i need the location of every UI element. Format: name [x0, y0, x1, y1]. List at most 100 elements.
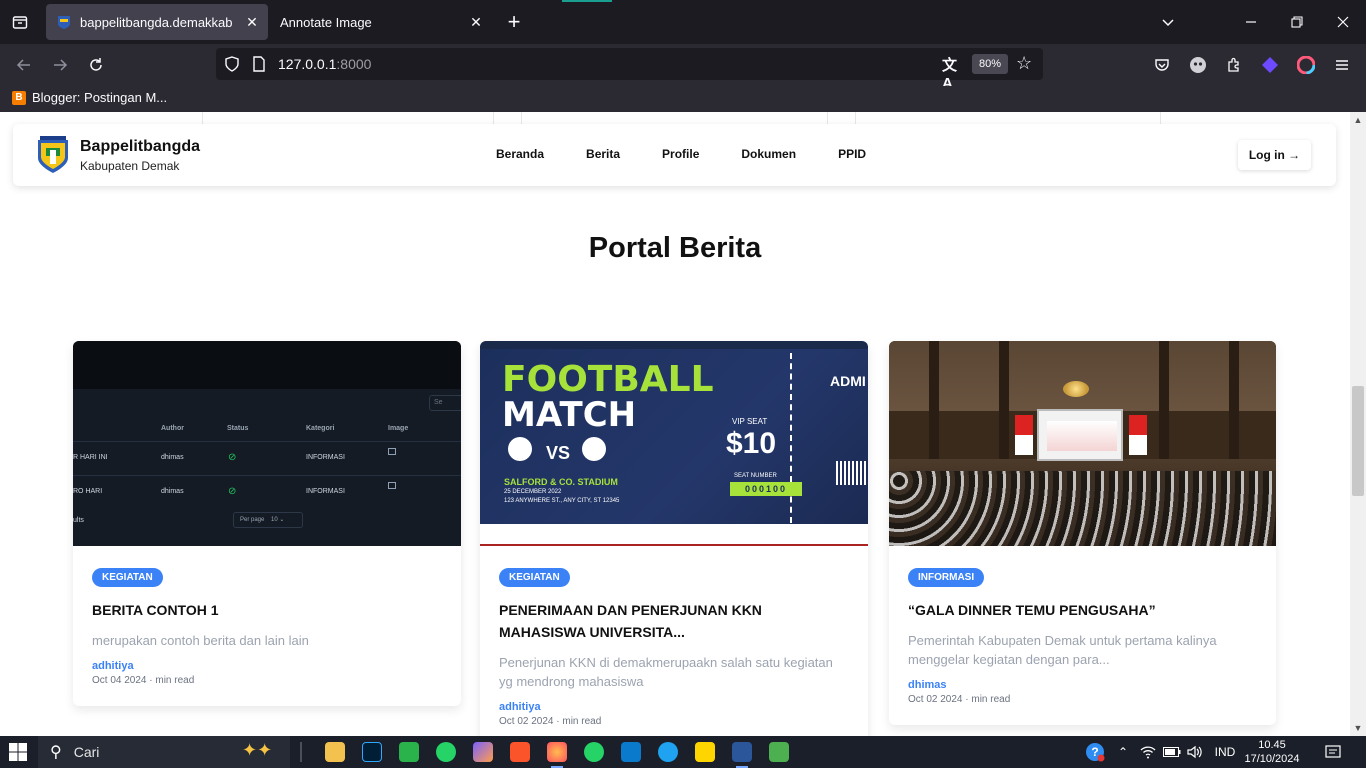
category-badge[interactable]: KEGIATAN [499, 568, 570, 587]
taskbar: ⚲ Cari ✦✦ ? ⌃ IND 10.45 17/10/2024 [0, 736, 1366, 768]
whatsapp-icon[interactable] [584, 742, 604, 762]
page-title: Portal Berita [588, 232, 762, 264]
photoshop-icon[interactable] [362, 742, 382, 762]
card-title[interactable]: “GALA DINNER TEMU PENGUSAHA” [908, 599, 1257, 621]
brand-name[interactable]: Bappelitbangda [80, 138, 200, 156]
card-meta: Oct 02 2024 · min read [908, 694, 1011, 705]
site-favicon-icon [58, 16, 70, 29]
sticky-notes-icon[interactable] [695, 742, 715, 762]
card-author[interactable]: adhitiya [499, 701, 849, 713]
nav-bar: 127.0.0.1:8000 文A 80% ☆ [0, 44, 1366, 92]
account-icon[interactable] [1188, 55, 1208, 75]
tab-title: bappelitbangda.demakkab [80, 14, 233, 30]
taskbar-search[interactable]: ⚲ Cari ✦✦ [38, 736, 290, 768]
category-badge[interactable]: KEGIATAN [92, 568, 163, 587]
chevron-up-icon[interactable]: ⌃ [1114, 736, 1132, 768]
translate-icon[interactable]: 文A [942, 54, 962, 92]
bookmarks-bar: B Blogger: Postingan M... [0, 86, 1366, 112]
scroll-up-icon[interactable]: ▲ [1350, 112, 1366, 128]
tab-list-icon[interactable] [8, 10, 32, 34]
card-author[interactable]: adhitiya [92, 660, 442, 672]
app-green-icon[interactable] [399, 742, 419, 762]
page-icon[interactable] [252, 56, 266, 72]
chevron-down-icon[interactable] [1154, 8, 1182, 36]
blogger-icon: B [12, 90, 26, 105]
news-card[interactable]: INFORMASI “GALA DINNER TEMU PENGUSAHA” P… [889, 341, 1276, 725]
copilot-icon[interactable] [473, 742, 493, 762]
url-bar[interactable]: 127.0.0.1:8000 文A 80% ☆ [216, 48, 1043, 92]
news-thumbnail[interactable] [889, 341, 1276, 546]
tab-bappelitbangda[interactable]: bappelitbangda.demakkab ✕ [46, 4, 268, 40]
reload-icon[interactable] [84, 53, 108, 77]
pocket-icon[interactable] [1152, 55, 1172, 75]
help-icon[interactable]: ? [1084, 736, 1106, 768]
restore-icon[interactable] [1283, 8, 1311, 36]
color-picker-icon[interactable] [1296, 55, 1316, 75]
card-excerpt: merupakan contoh berita dan lain lain [92, 633, 309, 648]
vscode-icon[interactable] [621, 742, 641, 762]
word-icon[interactable] [732, 742, 752, 768]
lambda-app-icon[interactable] [769, 742, 789, 762]
news-card[interactable]: Se Author Status Kategori Image R HARI I… [73, 341, 461, 706]
scroll-down-icon[interactable]: ▼ [1350, 720, 1366, 736]
bookmark-star-icon[interactable]: ☆ [1016, 53, 1032, 74]
tab-annotate-image[interactable]: Annotate Image ✕ [270, 4, 492, 40]
tab-indicator [562, 0, 612, 2]
news-thumbnail[interactable]: FOOTBALL MATCH VS SALFORD & CO. STADIUM … [480, 341, 868, 546]
tab-title: Annotate Image [280, 14, 372, 30]
card-title[interactable]: PENERIMAAN DAN PENERJUNAN KKN MAHASISWA … [499, 599, 849, 643]
wifi-icon[interactable] [1138, 736, 1158, 768]
close-tab-icon[interactable]: ✕ [240, 10, 264, 34]
minimize-icon[interactable] [1237, 8, 1265, 36]
copilot-sparkle-icon[interactable]: ✦✦ [242, 740, 272, 761]
url-text[interactable]: 127.0.0.1:8000 [278, 56, 371, 72]
main-menu: Beranda Berita Profile Dokumen PPID [496, 147, 908, 161]
brand-subtitle: Kabupaten Demak [80, 159, 180, 173]
demak-logo-icon [38, 136, 68, 173]
windows-start-icon[interactable] [8, 742, 28, 762]
news-card[interactable]: FOOTBALL MATCH VS SALFORD & CO. STADIUM … [480, 341, 868, 736]
proton-vpn-icon[interactable] [1260, 55, 1280, 75]
battery-icon[interactable] [1162, 736, 1182, 768]
menu-item-ppid[interactable]: PPID [838, 147, 866, 161]
page-scrollbar[interactable]: ▲ ▼ [1350, 112, 1366, 736]
taskbar-search-label: Cari [73, 744, 100, 760]
scrollbar-thumb[interactable] [1352, 386, 1364, 496]
card-excerpt: Penerjunan KKN di demakmerupaakn salah s… [499, 655, 833, 689]
menu-item-profile[interactable]: Profile [662, 147, 699, 161]
edge-icon[interactable] [658, 742, 678, 762]
menu-icon[interactable] [1332, 55, 1352, 75]
close-window-icon[interactable] [1329, 8, 1357, 36]
back-icon[interactable] [12, 53, 36, 77]
bookmark-blogger[interactable]: B Blogger: Postingan M... [12, 90, 167, 105]
extensions-icon[interactable] [1224, 55, 1244, 75]
tab-bar: bappelitbangda.demakkab ✕ Annotate Image… [0, 0, 1366, 44]
menu-item-berita[interactable]: Berita [586, 147, 620, 161]
line-icon[interactable] [436, 742, 456, 762]
firefox-icon[interactable] [547, 742, 567, 768]
login-button[interactable]: Log in → [1238, 140, 1311, 170]
notification-icon[interactable] [1322, 736, 1344, 768]
system-clock[interactable]: 10.45 17/10/2024 [1244, 738, 1300, 766]
menu-item-beranda[interactable]: Beranda [496, 147, 544, 161]
volume-icon[interactable] [1185, 736, 1205, 768]
card-meta: Oct 04 2024 · min read [92, 675, 195, 686]
close-tab-icon[interactable]: ✕ [464, 10, 488, 34]
zoom-level[interactable]: 80% [972, 54, 1008, 74]
menu-item-dokumen[interactable]: Dokumen [741, 147, 796, 161]
new-tab-icon[interactable]: + [502, 10, 526, 34]
news-thumbnail[interactable]: Se Author Status Kategori Image R HARI I… [73, 341, 461, 546]
forward-icon[interactable] [48, 53, 72, 77]
card-title[interactable]: BERITA CONTOH 1 [92, 599, 442, 621]
card-meta: Oct 02 2024 · min read [499, 716, 602, 727]
category-badge[interactable]: INFORMASI [908, 568, 985, 587]
language-indicator[interactable]: IND [1210, 736, 1240, 768]
svg-text:?: ? [1091, 745, 1098, 759]
card-author[interactable]: dhimas [908, 679, 1257, 691]
site-header: Bappelitbangda Kabupaten Demak Beranda B… [13, 124, 1336, 186]
brave-icon[interactable] [510, 742, 530, 762]
file-explorer-icon[interactable] [325, 742, 345, 762]
bookmark-label: Blogger: Postingan M... [32, 90, 168, 105]
shield-icon[interactable] [224, 56, 240, 72]
search-icon: ⚲ [50, 744, 62, 761]
